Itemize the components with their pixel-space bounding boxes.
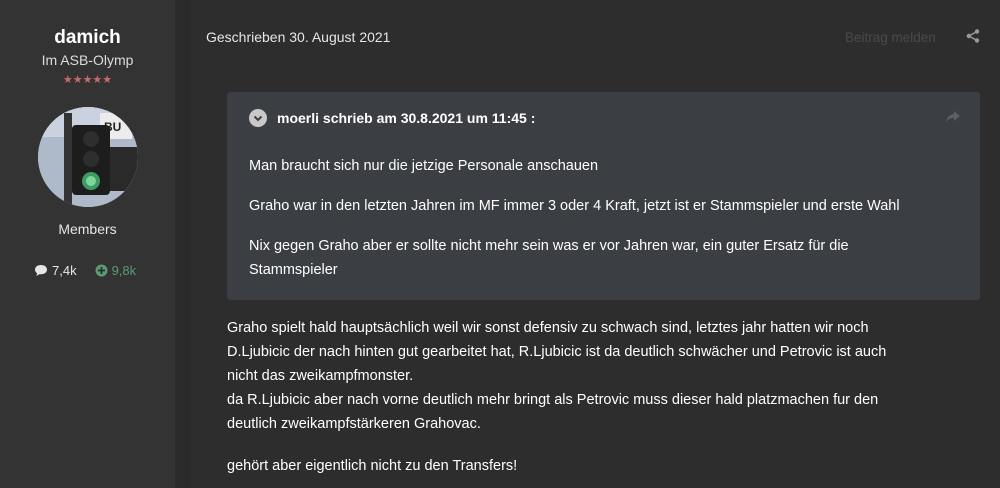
post-body-line: deutlich zweikampfstärkeren Grahovac. [227,416,481,432]
author-panel: damich Im ASB-Olymp ★★★★★ BU Members 7,4… [0,0,175,488]
quote-header: moerli schrieb am 30.8.2021 um 11:45 : [249,109,535,127]
author-stats: 7,4k 9,8k [34,263,136,278]
post-content: Geschrieben 30. August 2021 Beitrag meld… [190,0,1000,488]
post-body-line: D.Ljubicic der nach hinten gut gearbeite… [227,344,887,360]
author-username[interactable]: damich [0,27,175,49]
reputation-count: 9,8k [111,263,137,278]
posts-count: 7,4k [52,263,77,278]
posts-count-stat[interactable]: 7,4k [34,263,77,278]
post-date[interactable]: Geschrieben 30. August 2021 [206,29,390,45]
post-body-line: Graho spielt hald hauptsächlich weil wir… [227,320,869,336]
rank-stars: ★★★★★ [62,74,113,86]
report-post-link[interactable]: Beitrag melden [845,30,936,45]
author-group: Members [58,221,117,237]
author-title: Im ASB-Olymp [41,52,134,68]
forum-post: damich Im ASB-Olymp ★★★★★ BU Members 7,4… [0,0,1000,488]
share-arrow-icon [946,111,960,123]
share-button[interactable] [966,29,980,43]
quote-block: moerli schrieb am 30.8.2021 um 11:45 : M… [227,92,980,300]
quote-source-link[interactable] [945,110,961,124]
quote-line: Stammspieler [249,262,338,278]
quote-line: Nix gegen Graho aber er sollte nicht meh… [249,238,849,254]
avatar-traffic-light-image: BU [38,107,138,207]
quote-line: Graho war in den letzten Jahren im MF im… [249,198,900,214]
quote-line: Man braucht sich nur die jetzige Persona… [249,158,599,174]
post-body-line: gehört aber eigentlich nicht zu den Tran… [227,458,518,474]
reputation-stat[interactable]: 9,8k [95,263,137,278]
chevron-down-icon [253,115,263,121]
speech-bubble-icon [35,265,47,276]
share-icon [966,29,980,43]
quote-toggle-button[interactable] [249,109,267,127]
column-divider [175,0,190,488]
avatar[interactable]: BU [38,107,138,207]
post-body-line: nicht das zweikampfmonster. [227,368,414,384]
quote-citation[interactable]: moerli schrieb am 30.8.2021 um 11:45 : [277,110,535,126]
post-body-line: da R.Ljubicic aber nach vorne deutlich m… [227,392,879,408]
plus-circle-icon [95,264,108,277]
